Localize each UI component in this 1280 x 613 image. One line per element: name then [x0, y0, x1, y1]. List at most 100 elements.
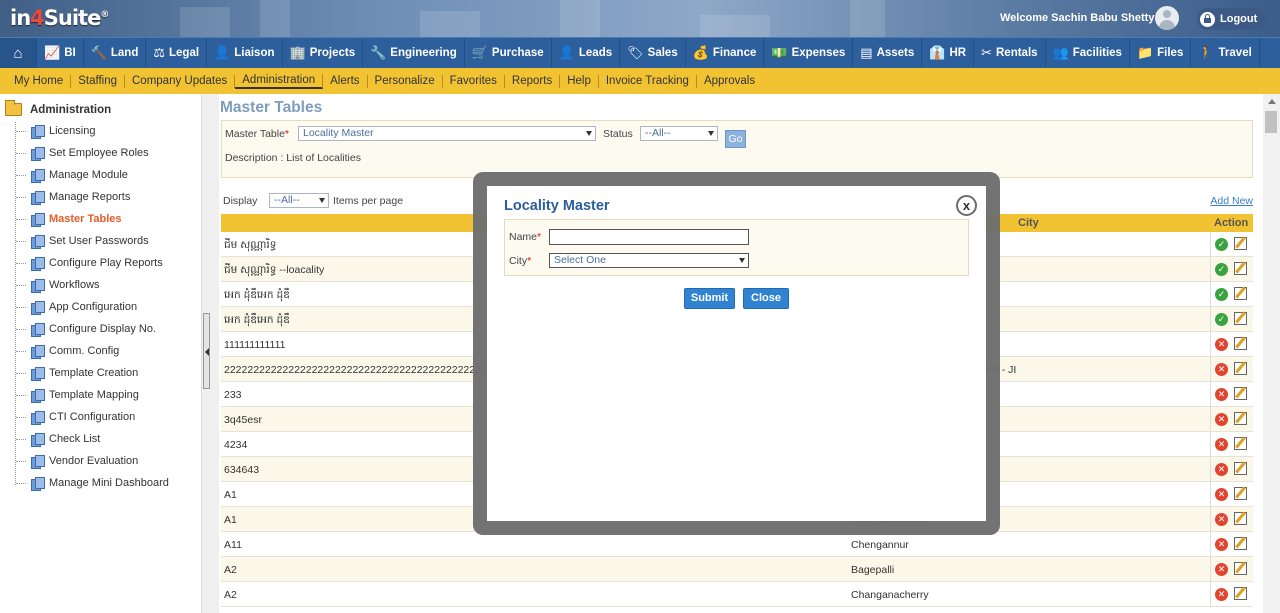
inactive-status-icon[interactable]: ✕: [1215, 563, 1228, 576]
scroll-thumb[interactable]: [1265, 111, 1277, 133]
inactive-status-icon[interactable]: ✕: [1215, 463, 1228, 476]
edit-icon[interactable]: [1234, 437, 1247, 450]
home-icon[interactable]: ⌂: [0, 38, 37, 68]
nav-item-hr[interactable]: 👔 HR: [922, 38, 975, 68]
nav-item-sales[interactable]: 🏷 Sales: [620, 38, 686, 68]
sidebar-item-manage-mini-dashboard[interactable]: Manage Mini Dashboard: [16, 477, 169, 491]
nav-item-purchase[interactable]: 🛒 Purchase: [465, 38, 552, 68]
subnav-item-alerts[interactable]: Alerts: [323, 74, 368, 88]
nav-item-land[interactable]: 🔨 Land: [84, 38, 147, 68]
master-table-select[interactable]: Locality Master: [298, 126, 596, 141]
nav-item-expenses[interactable]: 💵 Expenses: [764, 38, 854, 68]
nav-item-files[interactable]: 📁 Files: [1130, 38, 1192, 68]
subnav-item-staffing[interactable]: Staffing: [71, 74, 125, 88]
nav-item-legal[interactable]: ⚖ Legal: [146, 38, 208, 68]
edit-icon[interactable]: [1234, 512, 1247, 525]
status-select[interactable]: --All--: [640, 126, 718, 141]
avatar[interactable]: [1155, 6, 1179, 30]
sidebar-item-app-configuration[interactable]: App Configuration: [16, 301, 138, 315]
edit-icon[interactable]: [1234, 537, 1247, 550]
sidebar-item-template-creation[interactable]: Template Creation: [16, 367, 138, 381]
edit-icon[interactable]: [1234, 562, 1247, 575]
close-button[interactable]: Close: [743, 288, 789, 309]
edit-icon[interactable]: [1234, 262, 1247, 275]
subnav-item-help[interactable]: Help: [560, 74, 599, 88]
edit-icon[interactable]: [1234, 312, 1247, 325]
subnav-item-favorites[interactable]: Favorites: [443, 74, 505, 88]
sidebar-item-licensing[interactable]: Licensing: [16, 125, 95, 139]
inactive-status-icon[interactable]: ✕: [1215, 413, 1228, 426]
edit-icon[interactable]: [1234, 487, 1247, 500]
edit-icon[interactable]: [1234, 337, 1247, 350]
nav-item-bi[interactable]: 📈 BI: [37, 38, 84, 68]
in4suite-logo[interactable]: in4Suite®: [10, 6, 109, 30]
subnav-item-administration[interactable]: Administration: [235, 73, 324, 89]
sidebar-item-label: Manage Mini Dashboard: [49, 477, 169, 489]
sidebar-item-template-mapping[interactable]: Template Mapping: [16, 389, 139, 403]
nav-item-projects[interactable]: 🏢 Projects: [283, 38, 364, 68]
edit-icon[interactable]: [1234, 287, 1247, 300]
sidebar-item-workflows[interactable]: Workflows: [16, 279, 100, 293]
inactive-status-icon[interactable]: ✕: [1215, 513, 1228, 526]
collapse-handle[interactable]: [203, 313, 210, 389]
nav-item-travel[interactable]: 🚶 Travel: [1191, 38, 1260, 68]
subnav-item-reports[interactable]: Reports: [505, 74, 561, 88]
edit-icon[interactable]: [1234, 412, 1247, 425]
inactive-status-icon[interactable]: ✕: [1215, 538, 1228, 551]
close-icon[interactable]: x: [956, 195, 977, 216]
display-select[interactable]: --All--: [269, 193, 329, 208]
city-select[interactable]: Select One: [549, 253, 749, 268]
nav-item-leads[interactable]: 👤 Leads: [552, 38, 621, 68]
inactive-status-icon[interactable]: ✕: [1215, 588, 1228, 601]
active-status-icon[interactable]: ✓: [1215, 263, 1228, 276]
nav-item-finance[interactable]: 💰 Finance: [686, 38, 765, 68]
name-input[interactable]: [549, 229, 749, 245]
edit-icon[interactable]: [1234, 462, 1247, 475]
edit-icon[interactable]: [1234, 387, 1247, 400]
sidebar-item-configure-display-no[interactable]: Configure Display No.: [16, 323, 156, 337]
inactive-status-icon[interactable]: ✕: [1215, 338, 1228, 351]
nav-item-engineering[interactable]: 🔧 Engineering: [363, 38, 465, 68]
nav-item-rentals[interactable]: ✂ Rentals: [974, 38, 1046, 68]
subnav-item-approvals[interactable]: Approvals: [697, 75, 762, 88]
subnav-item-company-updates[interactable]: Company Updates: [125, 74, 236, 88]
sidebar-item-check-list[interactable]: Check List: [16, 433, 100, 447]
edit-icon[interactable]: [1234, 362, 1247, 375]
edit-icon[interactable]: [1234, 237, 1247, 250]
inactive-status-icon[interactable]: ✕: [1215, 438, 1228, 451]
logout-button[interactable]: Logout: [1197, 8, 1266, 30]
subnav-item-my-home[interactable]: My Home: [7, 74, 72, 88]
nav-item-assets[interactable]: ▤ Assets: [853, 38, 923, 68]
nav-item-liaison[interactable]: 👤 Liaison: [207, 38, 283, 68]
sidebar-item-configure-play-reports[interactable]: Configure Play Reports: [16, 257, 163, 271]
go-button[interactable]: Go: [725, 130, 746, 148]
sidebar-item-manage-reports[interactable]: Manage Reports: [16, 191, 130, 205]
active-status-icon[interactable]: ✓: [1215, 313, 1228, 326]
sidebar-item-label: App Configuration: [49, 301, 138, 313]
sidebar-item-master-tables[interactable]: Master Tables: [16, 213, 122, 227]
vertical-scrollbar[interactable]: [1263, 94, 1280, 613]
subnav-item-personalize[interactable]: Personalize: [368, 74, 443, 88]
submit-button[interactable]: Submit: [684, 288, 735, 309]
sidebar-item-comm-config[interactable]: Comm. Config: [16, 345, 119, 359]
col-city-header[interactable]: City: [1018, 217, 1039, 229]
sidebar-item-manage-module[interactable]: Manage Module: [16, 169, 128, 183]
edit-icon[interactable]: [1234, 587, 1247, 600]
inactive-status-icon[interactable]: ✕: [1215, 363, 1228, 376]
sidebar-item-set-employee-roles[interactable]: Set Employee Roles: [16, 147, 149, 161]
inactive-status-icon[interactable]: ✕: [1215, 488, 1228, 501]
nav-item-facilities[interactable]: 👥 Facilities: [1046, 38, 1130, 68]
sidebar-item-set-user-passwords[interactable]: Set User Passwords: [16, 235, 149, 249]
active-status-icon[interactable]: ✓: [1215, 238, 1228, 251]
sidebar-splitter[interactable]: [201, 94, 219, 613]
pages-icon: [31, 345, 45, 359]
subnav-item-invoice-tracking[interactable]: Invoice Tracking: [599, 74, 697, 88]
sidebar-item-vendor-evaluation[interactable]: Vendor Evaluation: [16, 455, 138, 469]
sidebar-title[interactable]: Administration: [5, 100, 111, 116]
add-new-link[interactable]: Add New: [1210, 195, 1253, 207]
scroll-up-icon[interactable]: [1268, 99, 1276, 104]
sidebar-item-cti-configuration[interactable]: CTI Configuration: [16, 411, 135, 425]
table-row: A2 Bagepalli ✕: [221, 557, 1253, 582]
inactive-status-icon[interactable]: ✕: [1215, 388, 1228, 401]
active-status-icon[interactable]: ✓: [1215, 288, 1228, 301]
